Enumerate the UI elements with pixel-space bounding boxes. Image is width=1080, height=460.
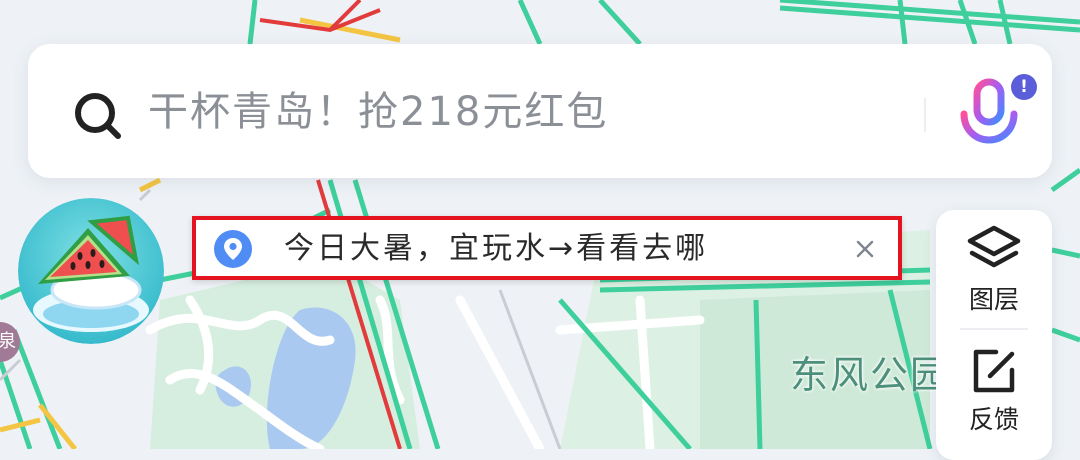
search-icon[interactable] — [70, 88, 126, 144]
layers-label: 图层 — [968, 285, 1019, 314]
watermelon-icon — [18, 198, 164, 344]
feedback-button[interactable]: 反馈 — [936, 344, 1052, 436]
avatar[interactable] — [18, 198, 164, 344]
notification-badge: ! — [1011, 74, 1037, 100]
map-place-label: 东风公园 — [790, 353, 951, 397]
layers-icon — [967, 225, 1021, 268]
feedback-icon — [973, 349, 1015, 393]
tool-divider — [960, 328, 1028, 330]
search-input[interactable]: 干杯青岛！抢218元红包 — [148, 84, 608, 140]
layers-button[interactable]: 图层 — [936, 224, 1052, 316]
map-tool-panel: 图层 反馈 — [936, 210, 1052, 460]
promo-text: 今日大暑，宜玩水→看看去哪 — [284, 231, 709, 266]
location-pin-icon — [214, 230, 252, 268]
search-divider — [924, 98, 926, 132]
feedback-label: 反馈 — [968, 405, 1019, 434]
close-icon[interactable] — [854, 238, 876, 260]
promo-banner[interactable]: 今日大暑，宜玩水→看看去哪 — [192, 216, 902, 280]
